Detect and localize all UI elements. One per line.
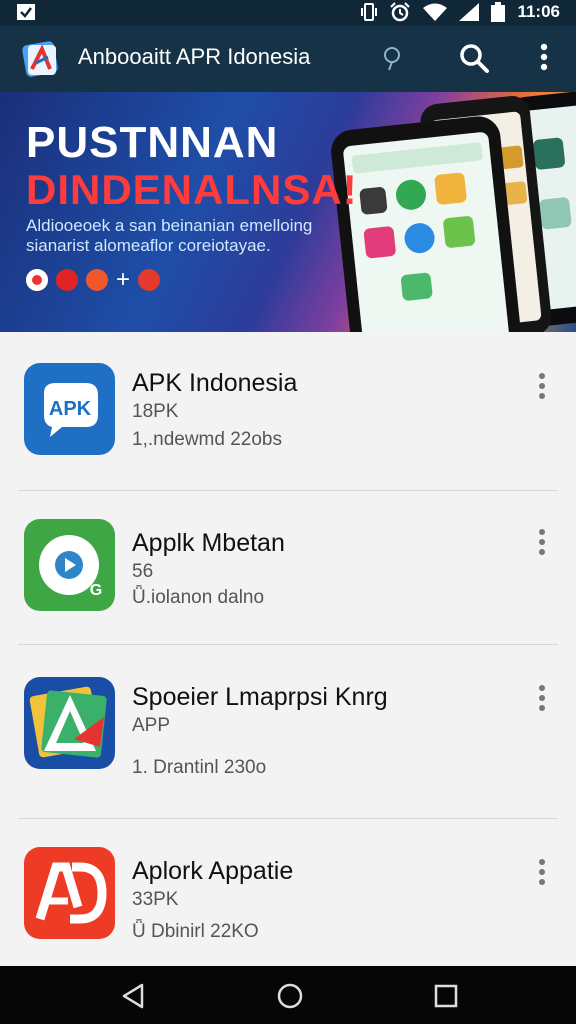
signal-icon xyxy=(459,3,480,21)
list-item[interactable]: Aplork Appatie 33PK Ǖ Dbinirl 22KO xyxy=(0,819,576,967)
list-item[interactable]: APK APK Indonesia 18PK 1,.ndewmd 22obs xyxy=(0,333,576,491)
banner-subtitle: Aldiooeoek a san beinanian emelloing sia… xyxy=(26,216,313,255)
app-downloads: 1. Drantinl 230o xyxy=(132,757,267,778)
more-vert-icon[interactable] xyxy=(535,683,549,713)
app-name: Spoeier Lmaprpsi Knrg xyxy=(132,683,388,711)
social-dot-icon[interactable] xyxy=(138,269,161,291)
back-icon[interactable] xyxy=(120,982,146,1010)
app-logo-icon xyxy=(22,41,58,77)
status-bar: 11:06 xyxy=(0,0,576,26)
svg-text:G: G xyxy=(90,582,102,599)
social-dot-icon[interactable] xyxy=(86,269,108,291)
app-downloads: Ǖ.iolanon dalno xyxy=(132,587,265,608)
more-vert-icon[interactable] xyxy=(535,857,549,887)
list-item[interactable]: G Applk Mbetan 56 Ǖ.iolanon dalno xyxy=(0,491,576,645)
banner-social-icons: + xyxy=(26,266,161,294)
more-vert-icon[interactable] xyxy=(535,527,549,557)
app-title: Anbooaitt APR Idonesia xyxy=(78,44,311,69)
app-name: Aplork Appatie xyxy=(132,857,294,885)
hint-icon[interactable] xyxy=(380,44,404,74)
ad-logo-icon xyxy=(24,847,115,939)
plus-icon: + xyxy=(116,266,131,293)
battery-icon xyxy=(491,2,506,22)
alarm-icon xyxy=(390,2,411,22)
check-box-icon xyxy=(17,4,35,20)
banner-title-line2: DINDENALNSA! xyxy=(26,166,358,213)
app-list: APK APK Indonesia 18PK 1,.ndewmd 22obs G… xyxy=(0,333,576,967)
app-name: Applk Mbetan xyxy=(132,529,285,557)
app-downloads: Ǖ Dbinirl 22KO xyxy=(132,921,259,942)
apk-chat-icon: APK xyxy=(24,363,115,455)
app-size: 18PK xyxy=(132,401,179,422)
more-vert-icon[interactable] xyxy=(535,371,549,401)
navigation-bar xyxy=(0,966,576,1024)
social-dot-icon[interactable] xyxy=(56,269,78,291)
app-downloads: 1,.ndewmd 22obs xyxy=(132,429,282,450)
app-size: 33PK xyxy=(132,889,179,910)
status-time: 11:06 xyxy=(517,2,560,21)
app-bar: Anbooaitt APR Idonesia xyxy=(0,26,576,92)
list-item[interactable]: Spoeier Lmaprpsi Knrg APP 1. Drantinl 23… xyxy=(0,645,576,819)
app-size: 56 xyxy=(132,561,154,582)
app-size: APP xyxy=(132,715,171,736)
wifi-icon xyxy=(423,3,448,21)
promo-banner[interactable]: PUSTNNAN DINDENALNSA! Aldiooeoek a san b… xyxy=(0,92,576,332)
play-circle-icon: G xyxy=(24,519,115,611)
recents-icon[interactable] xyxy=(434,984,458,1008)
triangle-logo-icon xyxy=(24,677,115,769)
vibrate-icon xyxy=(361,3,378,21)
social-dot-icon[interactable] xyxy=(26,269,48,291)
search-icon[interactable] xyxy=(458,42,490,74)
banner-title-line1: PUSTNNAN xyxy=(26,118,279,167)
svg-text:APK: APK xyxy=(49,398,92,420)
home-icon[interactable] xyxy=(276,982,304,1010)
more-vert-icon[interactable] xyxy=(530,42,558,74)
app-name: APK Indonesia xyxy=(132,369,298,397)
